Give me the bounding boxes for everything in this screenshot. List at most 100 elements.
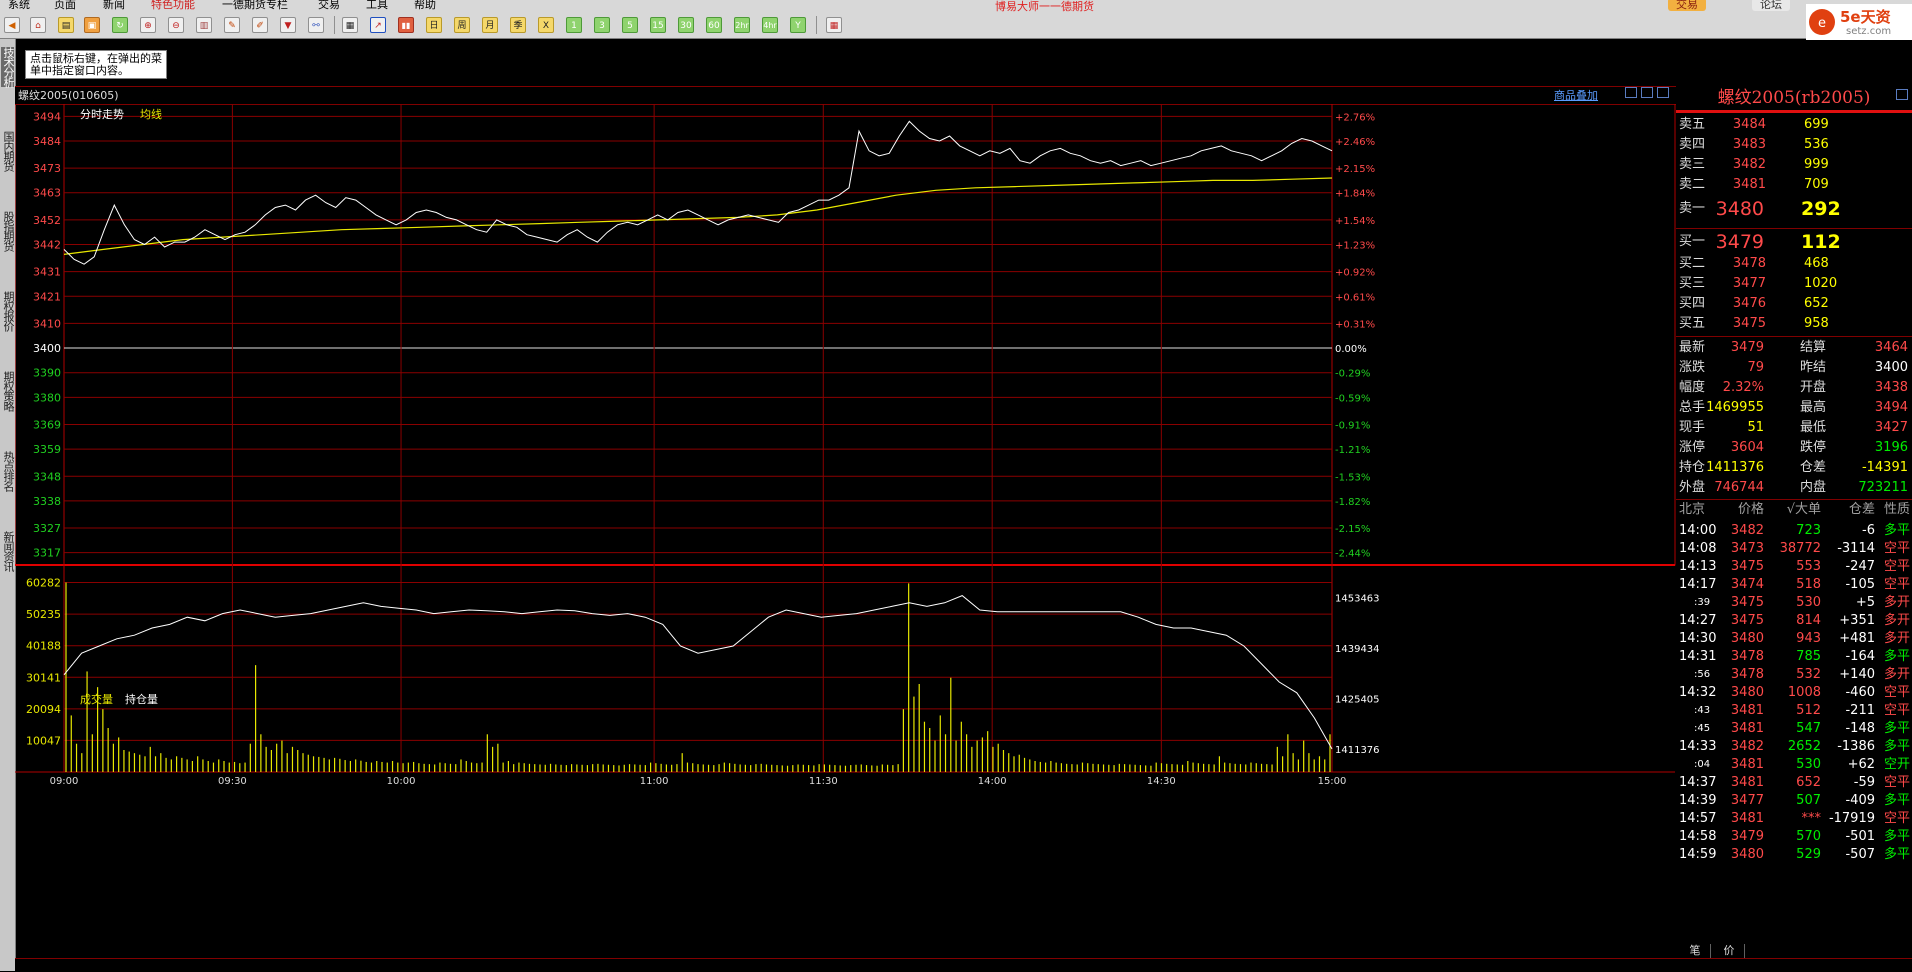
menu-tools[interactable]: 工具 [366, 0, 388, 11]
stat-row[interactable]: 总手 1469955 最高 3494 [1676, 398, 1912, 418]
period-15min-button[interactable]: 15 [650, 17, 666, 33]
tab-option-quotes[interactable]: 期权报价 [1, 291, 15, 331]
bid-row[interactable]: 买一 3479 112 [1676, 230, 1912, 254]
stat-row[interactable]: 外盘 746744 内盘 723211 [1676, 478, 1912, 498]
menu-news[interactable]: 新闻 [103, 0, 125, 11]
stat-value: 1469955 [1706, 400, 1764, 415]
video-icon[interactable]: ▣ [84, 17, 100, 33]
zoom-in-icon[interactable]: ⊕ [140, 17, 156, 33]
bottom-tab[interactable]: 笔 [1680, 944, 1711, 958]
tick-row[interactable]: 14:08 3473 38772 -3114 空平 [1676, 540, 1912, 558]
forum-button[interactable]: 论坛 [1752, 0, 1790, 11]
tab-option-strategy[interactable]: 期权策略 [1, 371, 15, 411]
tick-row[interactable]: 14:13 3475 553 -247 空平 [1676, 558, 1912, 576]
stat-value: 3400 [1874, 360, 1908, 375]
period-4hr-button[interactable]: 4hr [762, 17, 778, 33]
ask-row[interactable]: 卖二 3481 709 [1676, 175, 1912, 195]
calculator-icon[interactable]: ▦ [826, 17, 842, 33]
draw-tool-icon[interactable]: ✐ [252, 17, 268, 33]
tick-row[interactable]: 14:39 3477 507 -409 多平 [1676, 792, 1912, 810]
tick-row[interactable]: :43 3481 512 -211 空平 [1676, 702, 1912, 720]
tick-row[interactable]: 14:27 3475 814 +351 多开 [1676, 612, 1912, 630]
period-quarter-button[interactable]: 季 [510, 17, 526, 33]
tick-row[interactable]: 14:17 3474 518 -105 空平 [1676, 576, 1912, 594]
tick-row[interactable]: 14:32 3480 1008 -460 空平 [1676, 684, 1912, 702]
menu-features[interactable]: 特色功能 [151, 0, 195, 11]
window-icon[interactable]: ▥ [196, 17, 212, 33]
bottom-tab[interactable]: 价 [1714, 944, 1745, 958]
bid-row[interactable]: 买三 3477 1020 [1676, 274, 1912, 294]
pencil-icon[interactable]: ✎ [224, 17, 240, 33]
toolbar-separator [816, 16, 817, 34]
ask-row[interactable]: 卖四 3483 536 [1676, 135, 1912, 155]
tick-row[interactable]: :39 3475 530 +5 多开 [1676, 594, 1912, 612]
stat-row[interactable]: 涨停 3604 跌停 3196 [1676, 438, 1912, 458]
tick-size: 943 [1796, 631, 1821, 646]
ask-price: 3482 [1732, 157, 1766, 172]
tab-technical-analysis[interactable]: 技术分析 [1, 47, 15, 87]
kline-icon[interactable]: ▮▮ [398, 17, 414, 33]
link-icon[interactable]: ⚯ [308, 17, 324, 33]
tick-row[interactable]: 14:30 3480 943 +481 多开 [1676, 630, 1912, 648]
tab-domestic-futures[interactable]: 国内期货 [1, 131, 15, 171]
stat-row[interactable]: 幅度 2.32% 开盘 3438 [1676, 378, 1912, 398]
ask-row[interactable]: 卖五 3484 699 [1676, 115, 1912, 135]
bid-row[interactable]: 买四 3476 652 [1676, 294, 1912, 314]
period-month-button[interactable]: 月 [482, 17, 498, 33]
period-60min-button[interactable]: 60 [706, 17, 722, 33]
menu-page[interactable]: 页面 [54, 0, 76, 11]
period-2hr-button[interactable]: 2hr [734, 17, 750, 33]
menu-trade[interactable]: 交易 [318, 0, 340, 11]
ask-row[interactable]: 卖三 3482 999 [1676, 155, 1912, 175]
tick-row[interactable]: 14:59 3480 529 -507 多平 [1676, 846, 1912, 864]
menu-system[interactable]: 系统 [8, 0, 30, 11]
table-icon[interactable]: ▦ [342, 17, 358, 33]
stat-row[interactable]: 持仓 1411376 仓差 -14391 [1676, 458, 1912, 478]
tick-row[interactable]: 14:37 3481 652 -59 空平 [1676, 774, 1912, 792]
tick-row[interactable]: 14:57 3481 *** -17919 空平 [1676, 810, 1912, 828]
zoom-out-icon[interactable]: ⊖ [168, 17, 184, 33]
period-x-button[interactable]: X [538, 17, 554, 33]
book-icon[interactable]: ▤ [58, 17, 74, 33]
tick-row[interactable]: 14:00 3482 723 -6 多平 [1676, 522, 1912, 540]
menu-help[interactable]: 帮助 [414, 0, 436, 11]
back-arrow-icon[interactable]: ◀ [4, 17, 20, 33]
intraday-chart[interactable]: 3494 +2.76% 3484 +2.46% 3473 +2.15% 3463 +1.84%… [15, 104, 1676, 958]
ask-row[interactable]: 卖一 3480 292 [1676, 197, 1912, 221]
period-day-button[interactable]: 日 [426, 17, 442, 33]
tick-row[interactable]: 14:33 3482 2652 -1386 多平 [1676, 738, 1912, 756]
window-restore-icon[interactable] [1625, 87, 1637, 98]
stat-row[interactable]: 最新 3479 结算 3464 [1676, 338, 1912, 358]
period-30min-button[interactable]: 30 [678, 17, 694, 33]
period-custom-button[interactable]: Y [790, 17, 806, 33]
window-switch-icon[interactable] [1641, 87, 1653, 98]
panel-toggle-icon[interactable] [1896, 89, 1908, 100]
bid-price: 3477 [1732, 276, 1766, 291]
period-3min-button[interactable]: 3 [594, 17, 610, 33]
bid-row[interactable]: 买五 3475 958 [1676, 314, 1912, 334]
tick-row[interactable]: 14:58 3479 570 -501 多平 [1676, 828, 1912, 846]
menu-column[interactable]: 一德期货专栏 [222, 0, 288, 11]
stat-row[interactable]: 现手 51 最低 3427 [1676, 418, 1912, 438]
tick-size: 785 [1796, 649, 1821, 664]
tick-row[interactable]: 14:31 3478 785 -164 多平 [1676, 648, 1912, 666]
tab-news[interactable]: 新闻资讯 [1, 531, 15, 571]
period-5min-button[interactable]: 5 [622, 17, 638, 33]
period-week-button[interactable]: 周 [454, 17, 470, 33]
trade-button[interactable]: 交易 [1668, 0, 1706, 11]
tab-hot-ranking[interactable]: 热点排名 [1, 451, 15, 491]
tick-row[interactable]: :56 3478 532 +140 多开 [1676, 666, 1912, 684]
filter-icon[interactable]: ▼ [280, 17, 296, 33]
stat-row[interactable]: 涨跌 79 昨结 3400 [1676, 358, 1912, 378]
intraday-chart-icon[interactable]: ↗ [370, 17, 386, 33]
tick-row[interactable]: :04 3481 530 +62 空开 [1676, 756, 1912, 774]
home-icon[interactable]: ⌂ [30, 17, 46, 33]
refresh-icon[interactable]: ↻ [112, 17, 128, 33]
tab-index-futures[interactable]: 股指期货 [1, 211, 15, 251]
window-maximize-icon[interactable] [1657, 87, 1669, 98]
bid-row[interactable]: 买二 3478 468 [1676, 254, 1912, 274]
ticks-header[interactable]: 北京 价格 √大单 仓差 性质 [1676, 500, 1912, 520]
period-1min-button[interactable]: 1 [566, 17, 582, 33]
overlay-commodity-link[interactable]: 商品叠加 [1554, 87, 1598, 103]
tick-row[interactable]: :45 3481 547 -148 多平 [1676, 720, 1912, 738]
